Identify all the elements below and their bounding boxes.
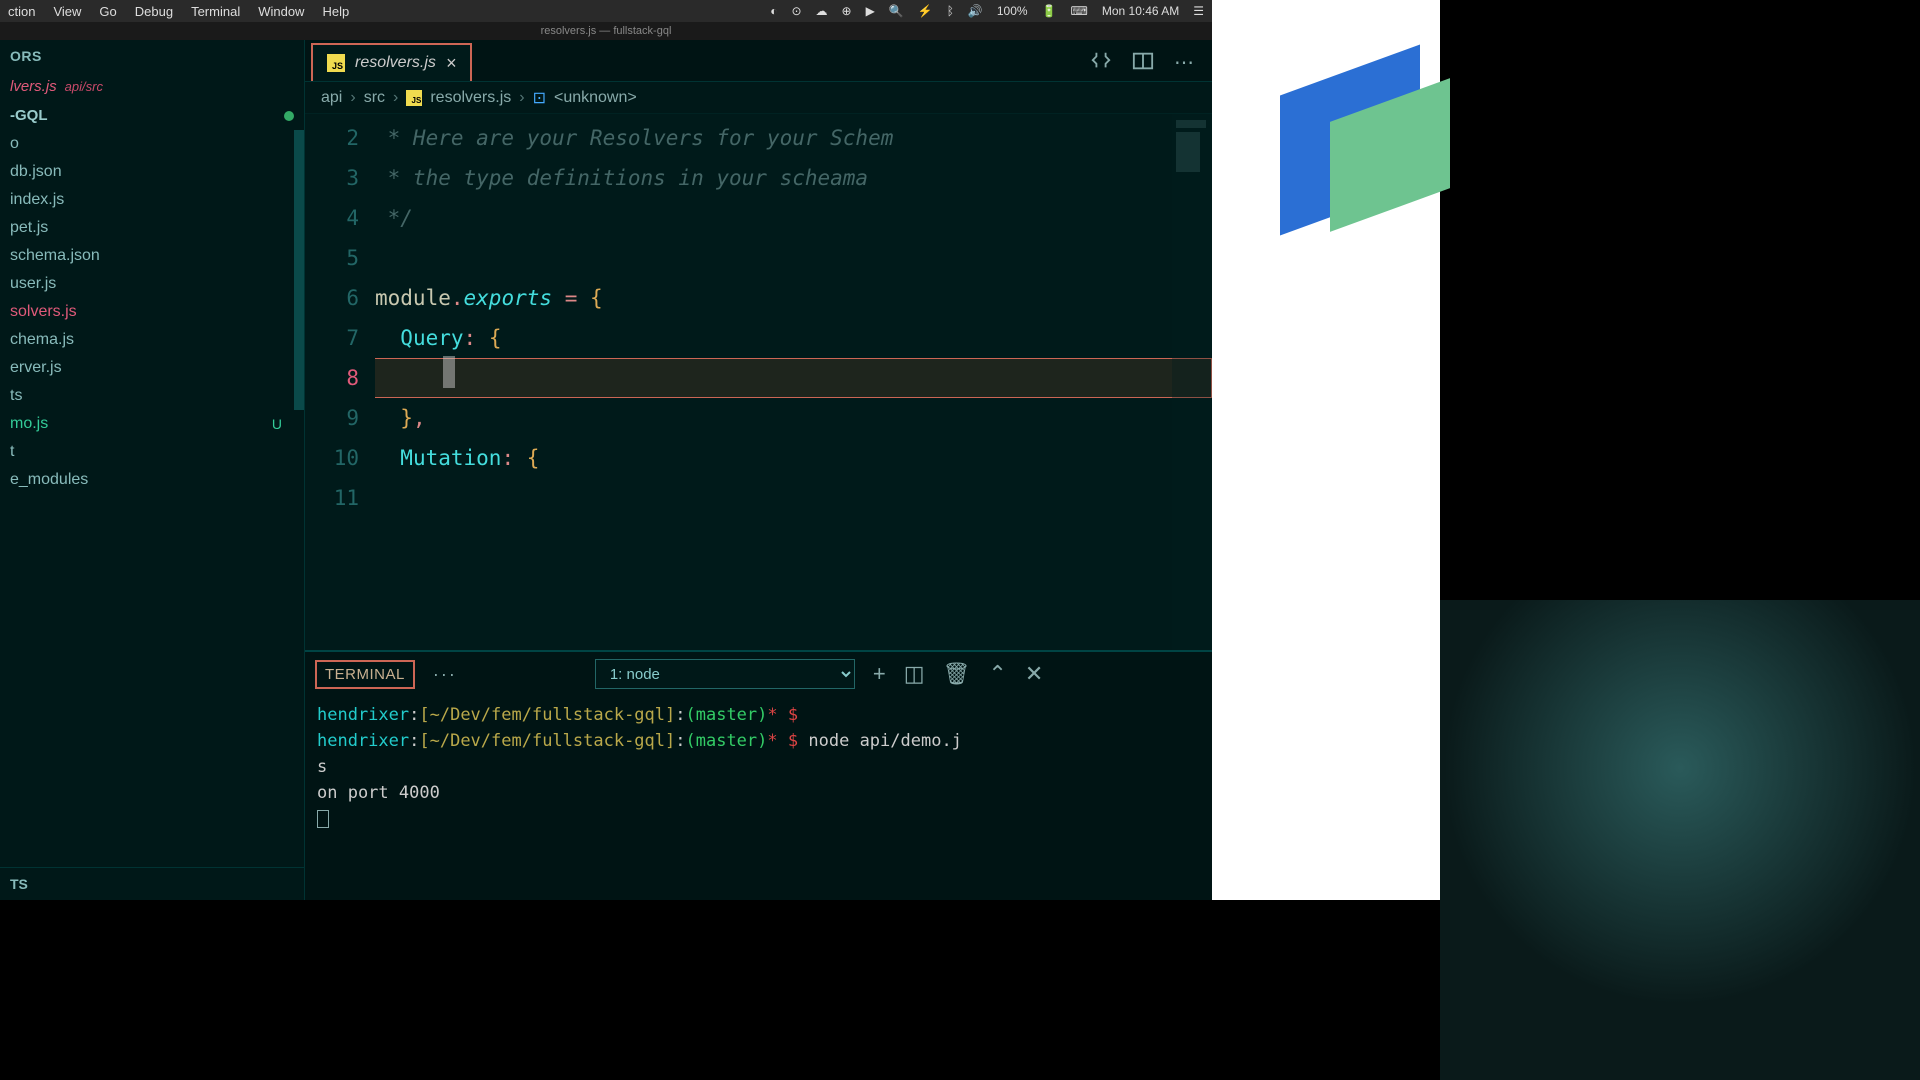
code-line[interactable]: * Here are your Resolvers for your Schem (375, 118, 1212, 158)
code-line[interactable]: Mutation: { (375, 438, 1212, 478)
sidebar-project-header[interactable]: -GQL (0, 101, 304, 130)
close-panel-icon[interactable]: ✕ (1025, 661, 1043, 687)
file-tree: odb.jsonindex.jspet.jsschema.jsonuser.js… (0, 130, 304, 867)
chevron-right-icon: › (519, 89, 524, 107)
menu-item[interactable]: ction (8, 4, 35, 19)
open-file-path: api/src (65, 79, 103, 94)
breadcrumb-symbol[interactable]: <unknown> (554, 89, 637, 107)
terminal-line: s (317, 754, 1200, 780)
background (0, 900, 1440, 1080)
code-line[interactable] (375, 478, 1212, 518)
presenter-webcam (1440, 600, 1920, 1080)
breadcrumb-part[interactable]: api (321, 89, 342, 107)
menu-item[interactable]: Window (258, 4, 304, 19)
terminal-cursor (317, 810, 329, 828)
terminal-line: on port 4000 (317, 780, 1200, 806)
explorer-sidebar: ORS lvers.js api/src -GQL odb.jsonindex.… (0, 40, 305, 900)
terminal-tab[interactable]: TERMINAL (315, 660, 415, 689)
file-tree-item[interactable]: ts (0, 382, 304, 410)
sidebar-section-editors[interactable]: ORS (0, 40, 304, 72)
file-tree-item[interactable]: e_modules (0, 466, 304, 494)
volume-icon[interactable]: 🔊 (968, 4, 983, 18)
code-line[interactable]: Query: { (375, 318, 1212, 358)
search-icon[interactable]: 🔍 (889, 4, 904, 18)
tab-label: resolvers.js (355, 54, 436, 72)
symbol-icon: ⊡ (533, 88, 546, 108)
window-titlebar: resolvers.js — fullstack-gql (0, 22, 1212, 40)
open-file-name: lvers.js (10, 78, 57, 95)
compare-icon[interactable] (1090, 50, 1112, 72)
breadcrumb-part[interactable]: src (364, 89, 385, 107)
terminal-select[interactable]: 1: node (595, 659, 855, 689)
more-tabs-icon[interactable]: ··· (433, 664, 457, 685)
file-tree-item[interactable]: o (0, 130, 304, 158)
wifi-icon[interactable]: ⚡ (918, 4, 933, 18)
editor-tab-bar: JS resolvers.js × ⋯ (305, 40, 1212, 82)
project-name: -GQL (10, 107, 48, 124)
menu-icon[interactable]: ☰ (1193, 4, 1204, 18)
code-line[interactable]: }, (375, 398, 1212, 438)
breadcrumb-part[interactable]: resolvers.js (430, 89, 511, 107)
terminal-command: node api/demo.j (808, 731, 962, 751)
text-cursor (443, 356, 455, 388)
minimap[interactable] (1172, 114, 1212, 650)
menu-item[interactable]: Go (99, 4, 116, 19)
file-tree-item[interactable]: db.json (0, 158, 304, 186)
maximize-panel-icon[interactable]: ⌃ (988, 661, 1006, 687)
clock[interactable]: Mon 10:46 AM (1102, 4, 1179, 18)
file-tree-item[interactable]: erver.js (0, 354, 304, 382)
input-icon[interactable]: ⌨ (1071, 4, 1088, 18)
menu-item[interactable]: View (53, 4, 81, 19)
tray-icon[interactable]: ▶ (866, 4, 875, 18)
scrollbar-thumb[interactable] (294, 130, 304, 410)
chevron-right-icon: › (393, 89, 398, 107)
sidebar-section-bottom[interactable]: TS (0, 867, 304, 900)
file-tree-item[interactable]: solvers.js (0, 298, 304, 326)
code-line[interactable]: * the type definitions in your scheama (375, 158, 1212, 198)
git-status-dot (284, 111, 294, 121)
battery-icon[interactable]: 🔋 (1042, 4, 1057, 18)
code-line[interactable]: */ (375, 198, 1212, 238)
open-editor-item[interactable]: lvers.js api/src (0, 72, 304, 101)
window-title: resolvers.js — fullstack-gql (541, 25, 672, 37)
chevron-right-icon: › (350, 89, 355, 107)
editor-tab[interactable]: JS resolvers.js × (311, 43, 472, 81)
code-line[interactable] (375, 238, 1212, 278)
code-editor[interactable]: 234567891011 * Here are your Resolvers f… (305, 114, 1212, 650)
file-tree-item[interactable]: schema.json (0, 242, 304, 270)
file-tree-item[interactable]: t (0, 438, 304, 466)
menu-item[interactable]: Terminal (191, 4, 240, 19)
tray-icon[interactable]: ◐ (770, 4, 777, 18)
js-file-icon: JS (406, 90, 422, 106)
more-actions-icon[interactable]: ⋯ (1174, 50, 1196, 72)
tray-icon[interactable]: ☁ (816, 4, 828, 18)
close-tab-icon[interactable]: × (446, 53, 457, 74)
js-file-icon: JS (327, 54, 345, 72)
file-tree-item[interactable]: index.js (0, 186, 304, 214)
file-tree-item[interactable]: pet.js (0, 214, 304, 242)
menu-item[interactable]: Debug (135, 4, 173, 19)
new-terminal-icon[interactable]: + (873, 661, 886, 687)
menu-item[interactable]: Help (322, 4, 349, 19)
tray-icon[interactable]: ⊕ (842, 4, 852, 18)
kill-terminal-icon[interactable]: 🗑 (942, 661, 970, 687)
breadcrumb-bar[interactable]: api › src › JS resolvers.js › ⊡ <unknown… (305, 82, 1212, 114)
tray-icon[interactable]: ⊙ (791, 4, 801, 18)
mac-menubar: ction View Go Debug Terminal Window Help… (0, 0, 1212, 22)
battery-text: 100% (997, 4, 1028, 18)
terminal-output[interactable]: hendrixer:[~/Dev/fem/fullstack-gql]:(mas… (305, 696, 1212, 900)
split-editor-icon[interactable] (1132, 50, 1154, 72)
file-tree-item[interactable]: user.js (0, 270, 304, 298)
split-terminal-icon[interactable]: ◫ (904, 661, 925, 687)
terminal-panel: TERMINAL ··· 1: node + ◫ 🗑 ⌃ ✕ hendrixer… (305, 650, 1212, 900)
file-tree-item[interactable]: mo.jsU (0, 410, 304, 438)
file-tree-item[interactable]: chema.js (0, 326, 304, 354)
code-line[interactable]: module.exports = { (375, 278, 1212, 318)
bluetooth-icon[interactable]: ᛒ (947, 4, 954, 18)
code-line[interactable] (375, 358, 1212, 398)
